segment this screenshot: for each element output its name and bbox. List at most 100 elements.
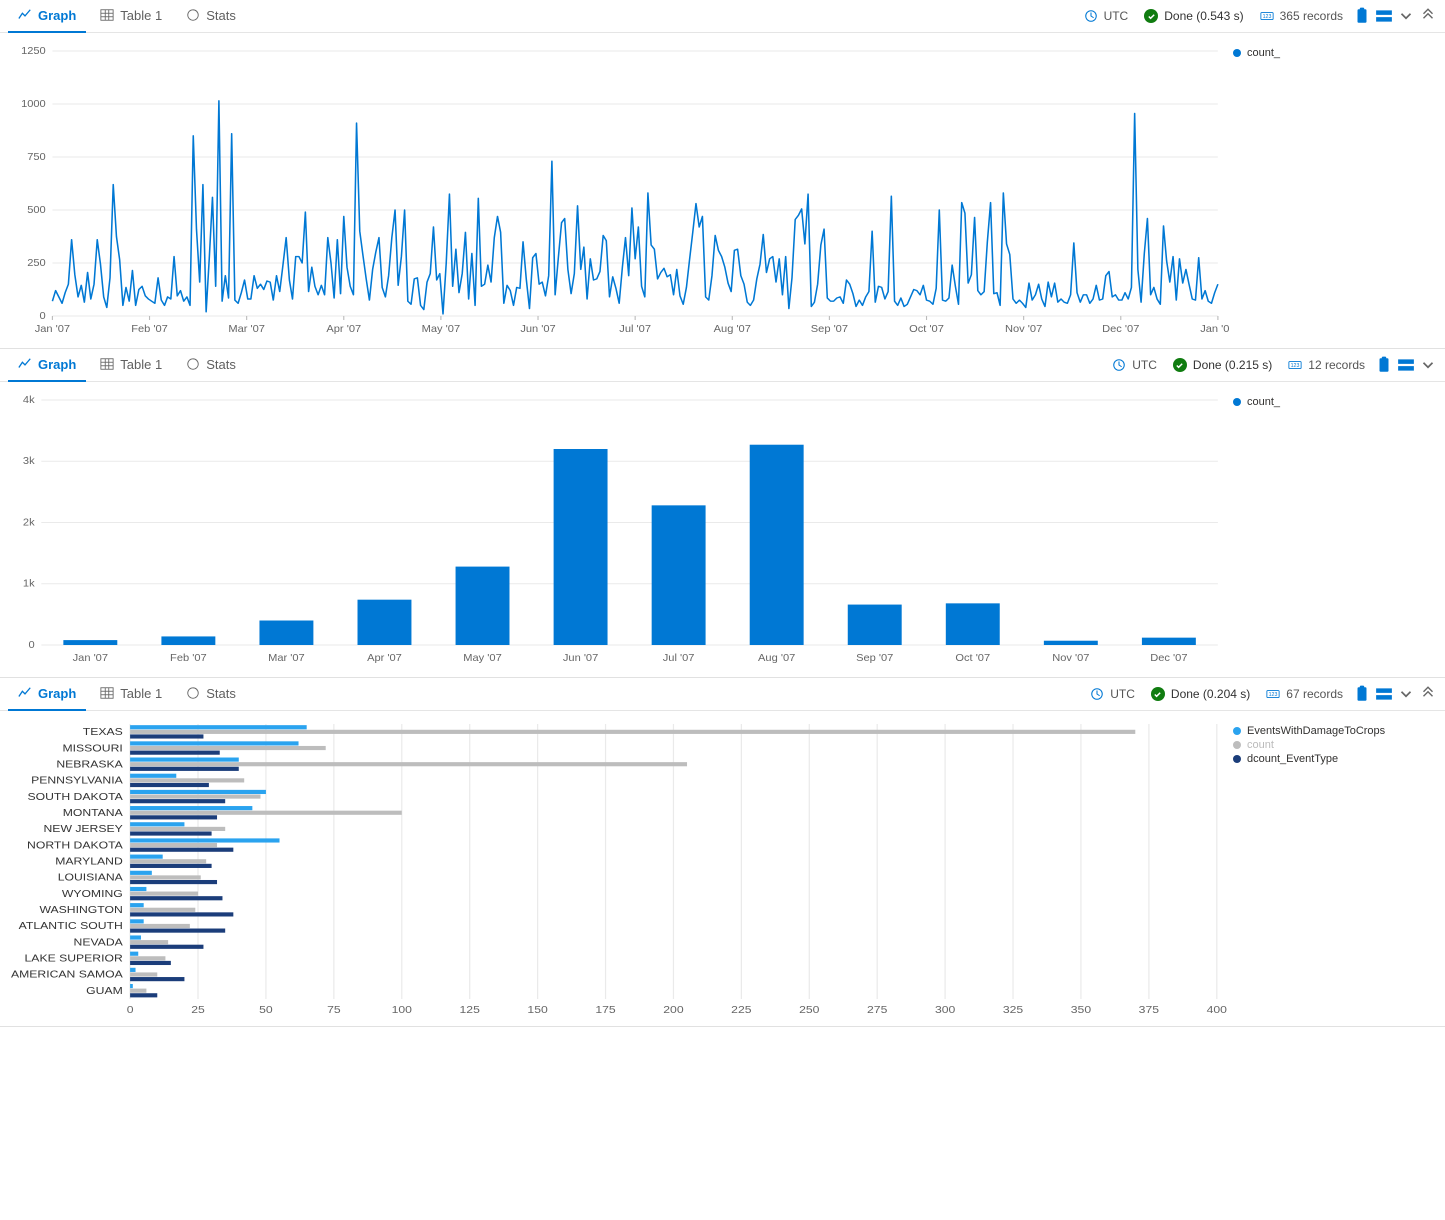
tab-table[interactable]: Table 1 bbox=[90, 348, 172, 382]
tab-label: Graph bbox=[38, 686, 76, 701]
records-count: 123 12 records bbox=[1282, 358, 1371, 372]
check-circle-icon bbox=[1173, 358, 1187, 372]
line-chart-icon bbox=[18, 8, 32, 22]
svg-text:PENNSYLVANIA: PENNSYLVANIA bbox=[31, 776, 123, 787]
records-count: 123 67 records bbox=[1260, 687, 1349, 701]
horizontal-bar-chart[interactable]: 0255075100125150175200225250275300325350… bbox=[8, 719, 1229, 1022]
legend-label: count bbox=[1247, 739, 1274, 751]
svg-text:NEW JERSEY: NEW JERSEY bbox=[44, 824, 124, 835]
svg-text:0: 0 bbox=[127, 1005, 134, 1016]
tab-stats[interactable]: Stats bbox=[176, 0, 246, 33]
tab-table[interactable]: Table 1 bbox=[90, 0, 172, 33]
toolbar-1: Graph Table 1 Stats UTC Done (0.543 s) 1… bbox=[0, 0, 1445, 33]
svg-text:1250: 1250 bbox=[21, 45, 46, 56]
records-count: 123 365 records bbox=[1254, 9, 1349, 23]
svg-text:4k: 4k bbox=[23, 394, 35, 405]
clipboard-icon[interactable] bbox=[1353, 7, 1371, 25]
records-icon: 123 bbox=[1266, 687, 1280, 701]
svg-text:Aug '07: Aug '07 bbox=[714, 323, 751, 334]
tab-label: Table 1 bbox=[120, 357, 162, 372]
svg-text:325: 325 bbox=[1003, 1005, 1023, 1016]
svg-text:MISSOURI: MISSOURI bbox=[62, 743, 122, 754]
clipboard-icon[interactable] bbox=[1375, 356, 1393, 374]
clock-icon bbox=[1090, 687, 1104, 701]
collapse-icon[interactable] bbox=[1419, 685, 1437, 703]
line-chart-icon bbox=[18, 686, 32, 700]
collapse-icon[interactable] bbox=[1419, 7, 1437, 25]
svg-text:Jan '08: Jan '08 bbox=[1200, 323, 1229, 334]
svg-text:WYOMING: WYOMING bbox=[62, 889, 123, 900]
svg-text:375: 375 bbox=[1139, 1005, 1159, 1016]
svg-text:350: 350 bbox=[1071, 1005, 1091, 1016]
status-done: Done (0.543 s) bbox=[1138, 9, 1249, 23]
clock-icon bbox=[1112, 358, 1126, 372]
svg-text:123: 123 bbox=[1291, 363, 1300, 369]
legend-swatch-icon bbox=[1233, 49, 1241, 57]
legend-3: EventsWithDamageToCrops count dcount_Eve… bbox=[1229, 719, 1437, 1022]
tab-label: Stats bbox=[206, 357, 236, 372]
bar-chart[interactable]: 01k2k3k4kJan '07Feb '07Mar '07Apr '07May… bbox=[8, 390, 1229, 673]
check-circle-icon bbox=[1144, 9, 1158, 23]
svg-text:SOUTH DAKOTA: SOUTH DAKOTA bbox=[28, 792, 124, 803]
svg-text:Aug '07: Aug '07 bbox=[758, 652, 795, 663]
line-chart[interactable]: 025050075010001250Jan '07Feb '07Mar '07A… bbox=[8, 41, 1229, 344]
svg-text:250: 250 bbox=[799, 1005, 819, 1016]
svg-text:Apr '07: Apr '07 bbox=[367, 652, 402, 663]
view-mode-icon[interactable] bbox=[1375, 7, 1393, 25]
utc-label: UTC bbox=[1104, 9, 1129, 23]
legend-2: count_ bbox=[1229, 390, 1437, 673]
clipboard-icon[interactable] bbox=[1353, 685, 1371, 703]
records-label: 365 records bbox=[1280, 9, 1343, 23]
tab-graph[interactable]: Graph bbox=[8, 0, 86, 33]
tab-table[interactable]: Table 1 bbox=[90, 677, 172, 711]
svg-text:NEVADA: NEVADA bbox=[74, 937, 124, 948]
chevron-down-icon[interactable] bbox=[1419, 356, 1437, 374]
tab-stats[interactable]: Stats bbox=[176, 677, 246, 711]
timezone-utc[interactable]: UTC bbox=[1106, 358, 1163, 372]
svg-text:NORTH DAKOTA: NORTH DAKOTA bbox=[27, 840, 123, 851]
tab-label: Stats bbox=[206, 686, 236, 701]
chevron-down-icon[interactable] bbox=[1397, 7, 1415, 25]
legend-label: dcount_EventType bbox=[1247, 753, 1338, 765]
stats-icon bbox=[186, 686, 200, 700]
tab-stats[interactable]: Stats bbox=[176, 348, 246, 382]
svg-text:500: 500 bbox=[27, 204, 46, 215]
svg-text:LOUISIANA: LOUISIANA bbox=[58, 873, 124, 884]
table-icon bbox=[100, 8, 114, 22]
svg-text:Jul '07: Jul '07 bbox=[663, 652, 695, 663]
chevron-down-icon[interactable] bbox=[1397, 685, 1415, 703]
legend-label: count_ bbox=[1247, 47, 1280, 59]
panel-3: Graph Table 1 Stats UTC Done (0.204 s) 1… bbox=[0, 678, 1445, 1027]
svg-text:May '07: May '07 bbox=[463, 652, 502, 663]
tab-label: Graph bbox=[38, 8, 76, 23]
svg-text:1000: 1000 bbox=[21, 98, 46, 109]
svg-text:123: 123 bbox=[1269, 692, 1278, 698]
timezone-utc[interactable]: UTC bbox=[1084, 687, 1141, 701]
records-icon: 123 bbox=[1260, 9, 1274, 23]
tab-graph[interactable]: Graph bbox=[8, 348, 86, 382]
table-icon bbox=[100, 357, 114, 371]
svg-text:Feb '07: Feb '07 bbox=[131, 323, 168, 334]
svg-text:Oct '07: Oct '07 bbox=[909, 323, 944, 334]
tab-graph[interactable]: Graph bbox=[8, 677, 86, 711]
svg-text:250: 250 bbox=[27, 257, 46, 268]
svg-text:225: 225 bbox=[731, 1005, 751, 1016]
svg-text:Nov '07: Nov '07 bbox=[1005, 323, 1042, 334]
svg-text:MARYLAND: MARYLAND bbox=[55, 856, 123, 867]
svg-text:Oct '07: Oct '07 bbox=[955, 652, 990, 663]
view-mode-icon[interactable] bbox=[1397, 356, 1415, 374]
svg-text:May '07: May '07 bbox=[422, 323, 461, 334]
timezone-utc[interactable]: UTC bbox=[1078, 9, 1135, 23]
clock-icon bbox=[1084, 9, 1098, 23]
view-mode-icon[interactable] bbox=[1375, 685, 1393, 703]
tab-label: Graph bbox=[38, 357, 76, 372]
svg-text:2k: 2k bbox=[23, 517, 35, 528]
svg-text:750: 750 bbox=[27, 151, 46, 162]
svg-text:Dec '07: Dec '07 bbox=[1102, 323, 1139, 334]
legend-swatch-icon bbox=[1233, 727, 1241, 735]
table-icon bbox=[100, 686, 114, 700]
legend-swatch-icon bbox=[1233, 741, 1241, 749]
tab-label: Table 1 bbox=[120, 686, 162, 701]
svg-text:Jan '07: Jan '07 bbox=[35, 323, 71, 334]
tab-label: Stats bbox=[206, 8, 236, 23]
